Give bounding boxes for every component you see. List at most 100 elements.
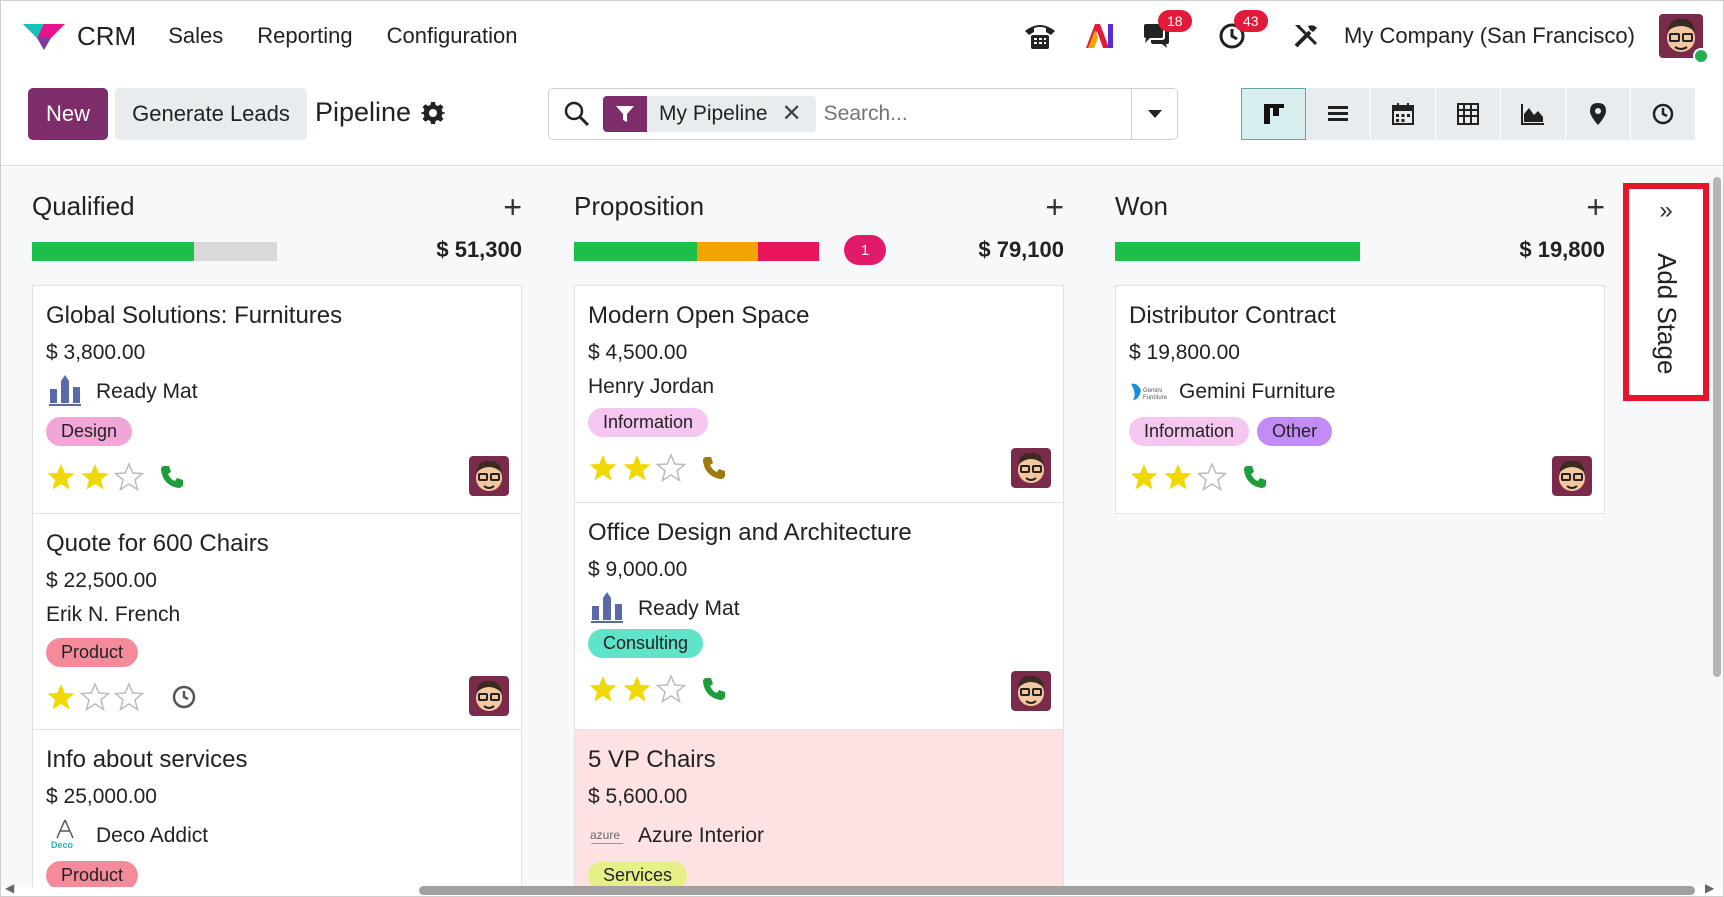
lead-card[interactable]: Office Design and Architecture $ 9,000.0… [574,502,1064,730]
svg-text:Gemini: Gemini [1143,388,1162,394]
tools-icon[interactable] [1286,16,1326,56]
star-filled-icon[interactable] [588,674,618,704]
search-options-toggle[interactable] [1131,89,1177,139]
scroll-left-arrow-icon[interactable]: ◀ [5,881,14,895]
phone-green-icon[interactable] [1241,463,1269,491]
quick-create-plus-icon[interactable]: + [1586,191,1605,223]
phone-green-icon[interactable] [700,675,728,703]
add-stage-button[interactable]: » Add Stage [1623,183,1709,401]
user-avatar[interactable] [1659,14,1709,64]
salesperson-avatar[interactable] [1011,671,1051,711]
progress-segment[interactable] [574,242,697,261]
column-header: Proposition + [574,191,1064,231]
lead-card[interactable]: 5 VP Chairs $ 5,600.00 azure Azure Inter… [574,729,1064,887]
progress-segment[interactable] [193,242,277,261]
star-filled-icon[interactable] [622,453,652,483]
salesperson-avatar[interactable] [1552,456,1592,496]
deco-addict-logo-icon: Deco [46,819,84,853]
kanban-view-button[interactable] [1241,88,1306,140]
messages-icon[interactable]: 18 [1136,10,1192,56]
column-title: Proposition [574,191,705,221]
progress-segment[interactable] [32,242,194,261]
list-view-button[interactable] [1306,88,1371,140]
phone-green-icon[interactable] [158,463,186,491]
menu-reporting[interactable]: Reporting [257,23,352,49]
graph-view-button[interactable] [1501,88,1566,140]
progress-segment[interactable] [1115,242,1360,261]
star-filled-icon[interactable] [1129,462,1159,492]
generate-leads-button[interactable]: Generate Leads [115,88,307,140]
phone-icon[interactable] [1020,16,1060,56]
search-icon[interactable] [563,100,591,128]
menu-configuration[interactable]: Configuration [387,23,518,49]
phone-brown-icon[interactable] [700,454,728,482]
partner-name: Ready Mat [96,380,198,403]
star-empty-icon[interactable] [114,682,144,712]
double-chevron-right-icon: » [1659,197,1673,224]
gear-icon[interactable] [421,101,445,125]
priority-stars[interactable] [1129,462,1227,492]
card-tags: Consulting [588,629,704,658]
activities-clock-icon[interactable]: 43 [1212,10,1268,56]
column-progress-bar[interactable] [574,242,819,261]
calendar-view-button[interactable] [1371,88,1436,140]
page-title: Pipeline [315,97,412,127]
new-button[interactable]: New [28,88,108,140]
clock-icon[interactable] [170,683,198,711]
priority-stars[interactable] [46,462,144,492]
menu-sales[interactable]: Sales [168,23,223,49]
filter-funnel-icon [603,96,647,132]
card-amount: $ 5,600.00 [588,785,688,808]
star-filled-icon[interactable] [588,453,618,483]
card-title: Quote for 600 Chairs [46,530,269,557]
tag-information: Information [1129,417,1250,446]
star-empty-icon[interactable] [656,453,686,483]
crm-logo-icon [23,24,65,50]
lead-card[interactable]: Distributor Contract $ 19,800.00 Gemini F… [1115,285,1605,514]
star-filled-icon[interactable] [1163,462,1193,492]
card-title: Distributor Contract [1129,302,1336,329]
pivot-view-button[interactable] [1436,88,1501,140]
column-progress-bar[interactable] [1115,242,1360,261]
app-brand[interactable]: CRM [21,20,136,52]
quick-create-plus-icon[interactable]: + [1045,191,1064,223]
lead-card[interactable]: Global Solutions: Furnitures $ 3,800.00 … [32,285,522,514]
list-icon [1328,106,1348,121]
star-filled-icon[interactable] [46,682,76,712]
horizontal-scrollbar[interactable] [419,886,1695,895]
card-partner: Ready Mat [46,375,198,409]
lead-card[interactable]: Info about services $ 25,000.00 Deco Dec… [32,729,522,887]
star-filled-icon[interactable] [80,462,110,492]
column-progress-bar[interactable] [32,242,277,261]
star-empty-icon[interactable] [80,682,110,712]
progress-segment[interactable] [696,242,758,261]
card-amount: $ 22,500.00 [46,569,157,592]
salesperson-avatar[interactable] [1011,448,1051,488]
company-switcher[interactable]: My Company (San Francisco) [1344,23,1635,49]
lead-card[interactable]: Quote for 600 Chairs $ 22,500.00 Erik N.… [32,513,522,730]
map-view-button[interactable] [1566,88,1631,140]
progress-segment[interactable] [757,242,819,261]
tag-design: Design [46,417,133,446]
salesperson-avatar[interactable] [469,456,509,496]
star-empty-icon[interactable] [114,462,144,492]
star-filled-icon[interactable] [46,462,76,492]
search-input[interactable] [823,102,1124,126]
facet-label: My Pipeline [659,102,768,125]
star-filled-icon[interactable] [622,674,652,704]
facet-remove-icon[interactable]: ✕ [782,102,802,126]
activity-view-button[interactable] [1631,88,1696,140]
scroll-right-arrow-icon[interactable]: ▶ [1705,881,1714,895]
star-empty-icon[interactable] [656,674,686,704]
salesperson-avatar[interactable] [469,676,509,716]
quick-create-plus-icon[interactable]: + [503,191,522,223]
svg-text:Deco: Deco [51,840,74,850]
priority-stars[interactable] [46,682,144,712]
priority-stars[interactable] [588,453,686,483]
star-empty-icon[interactable] [1197,462,1227,492]
overdue-count-badge[interactable]: 1 [844,235,886,265]
lead-card[interactable]: Modern Open Space $ 4,500.00 Henry Jorda… [574,285,1064,503]
vertical-scrollbar[interactable] [1713,177,1721,677]
ai-icon[interactable] [1078,16,1118,56]
priority-stars[interactable] [588,674,686,704]
